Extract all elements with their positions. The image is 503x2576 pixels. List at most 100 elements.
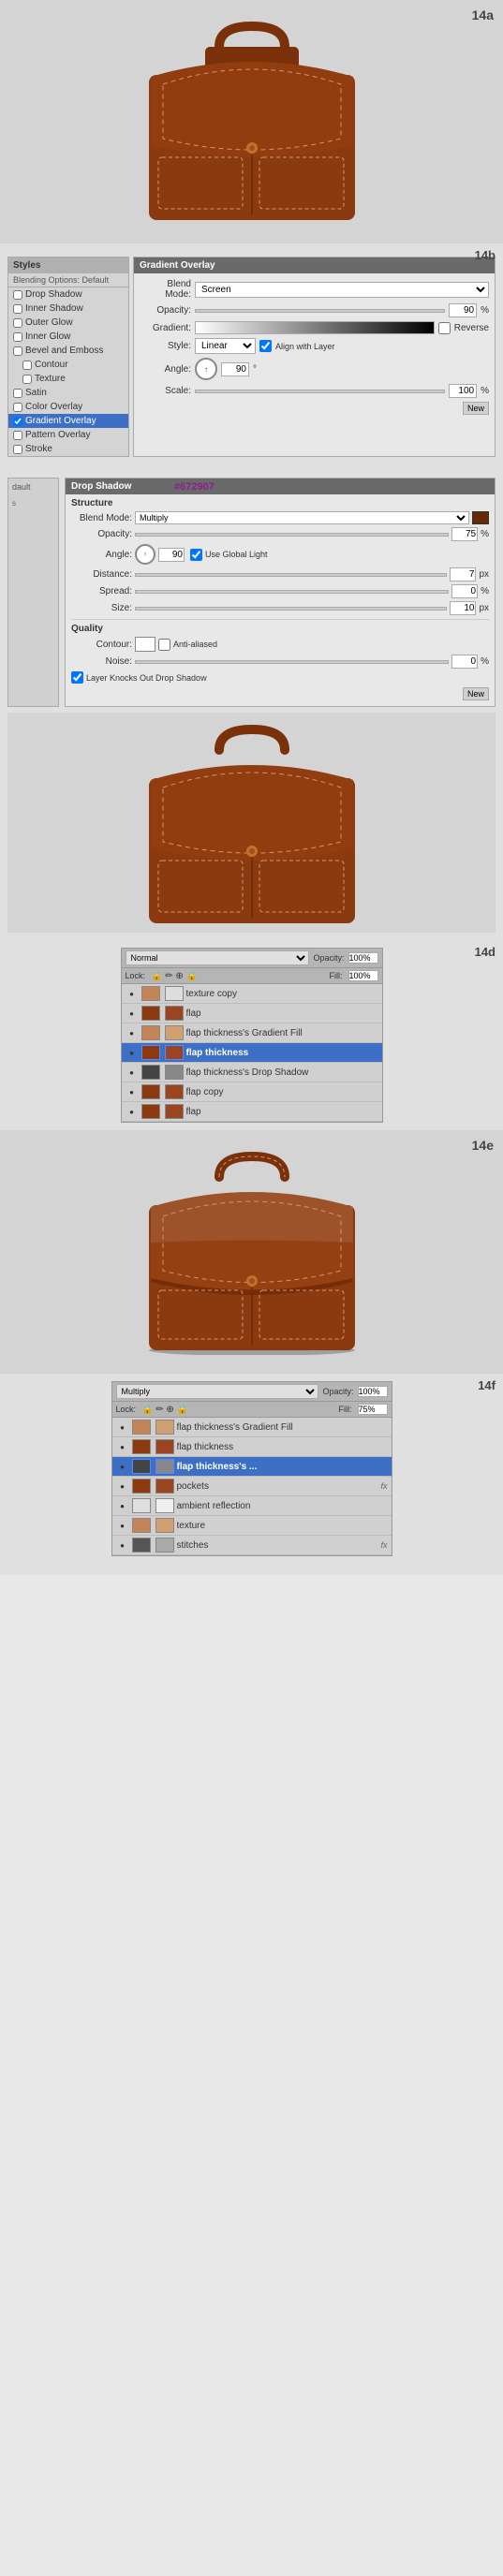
outer-glow-checkbox[interactable] [13, 318, 22, 328]
14c-left-stub: dault s [7, 478, 59, 707]
eye-gradient-fill[interactable] [126, 1026, 139, 1039]
style-color-overlay[interactable]: Color Overlay [8, 400, 128, 414]
scale-input[interactable]: 100 [449, 384, 477, 398]
reverse-checkbox[interactable] [438, 322, 451, 334]
blend-mode-select[interactable]: Screen [195, 282, 489, 298]
style-drop-shadow[interactable]: Drop Shadow [8, 287, 128, 302]
layer-f-pockets[interactable]: pockets fx [112, 1477, 392, 1496]
antialias-checkbox[interactable] [158, 639, 170, 651]
texture-checkbox[interactable] [22, 375, 32, 384]
ds-spread-slider[interactable] [135, 590, 449, 594]
ds-opacity-input[interactable]: 75 [451, 527, 478, 541]
bevel-emboss-checkbox[interactable] [13, 346, 22, 356]
ds-noise-input[interactable]: 0 [451, 655, 478, 669]
ds-spread-input[interactable]: 0 [451, 584, 478, 598]
14c-dialog-area: dault s Drop Shadow #672907 Structure Bl… [7, 478, 496, 707]
color-overlay-checkbox[interactable] [13, 403, 22, 412]
ds-distance-slider[interactable] [135, 573, 447, 577]
opacity-input[interactable]: 90 [449, 303, 477, 317]
ds-color-swatch[interactable] [472, 511, 489, 524]
eye-f-gradient-fill[interactable] [116, 1420, 129, 1434]
bevel-emboss-label: Bevel and Emboss [25, 346, 103, 356]
ds-distance-input[interactable]: 7 [450, 567, 476, 581]
ds-size-slider[interactable] [135, 607, 447, 611]
satin-label: Satin [25, 388, 47, 398]
inner-glow-checkbox[interactable] [13, 332, 22, 342]
new-button-14b[interactable]: New [463, 402, 489, 415]
ds-contour-preview[interactable] [135, 637, 155, 652]
style-satin[interactable]: Satin [8, 386, 128, 400]
inner-shadow-checkbox[interactable] [13, 304, 22, 314]
eye-flap-thickness[interactable] [126, 1046, 139, 1059]
knockout-checkbox[interactable] [71, 671, 83, 684]
blend-mode-layers-d[interactable]: Normal [126, 950, 310, 965]
eye-flap-copy[interactable] [126, 1085, 139, 1098]
style-bevel-emboss[interactable]: Bevel and Emboss [8, 344, 128, 358]
thumb2-drop-shadow-item [165, 1065, 184, 1080]
eye-flap-1[interactable] [126, 1007, 139, 1020]
layer-flap-copy[interactable]: flap copy [122, 1082, 382, 1102]
thumb2-f-pockets [155, 1479, 174, 1494]
pattern-overlay-checkbox[interactable] [13, 431, 22, 440]
eye-f-ambient[interactable] [116, 1499, 129, 1512]
ds-angle-input[interactable]: 90 [158, 548, 185, 562]
style-inner-glow[interactable]: Inner Glow [8, 330, 128, 344]
layer-flap-2[interactable]: flap [122, 1102, 382, 1122]
eye-f-pockets[interactable] [116, 1479, 129, 1493]
layer-f-gradient-fill[interactable]: flap thickness's Gradient Fill [112, 1418, 392, 1437]
lock-icons-d[interactable]: 🔒 ✏ ⊕ 🔒 [151, 971, 198, 981]
lock-label-f: Lock: [116, 1405, 137, 1414]
eye-texture-copy[interactable] [126, 987, 139, 1000]
contour-checkbox[interactable] [22, 361, 32, 370]
gradient-bar[interactable] [195, 321, 435, 334]
angle-row: Angle: ↑ 90 ° [140, 358, 489, 380]
stroke-checkbox[interactable] [13, 445, 22, 454]
fill-input-f[interactable]: 75% [358, 1404, 388, 1415]
eye-f-flap-thickness[interactable] [116, 1440, 129, 1453]
layer-flap-1[interactable]: flap [122, 1004, 382, 1023]
style-stroke[interactable]: Stroke [8, 442, 128, 456]
eye-f-flap-thickness-shadow[interactable] [116, 1460, 129, 1473]
ds-new-button[interactable]: New [463, 687, 489, 700]
satin-checkbox[interactable] [13, 389, 22, 398]
eye-drop-shadow-item[interactable] [126, 1066, 139, 1079]
ds-blend-select[interactable]: Multiply [135, 511, 469, 524]
eye-flap-2[interactable] [126, 1105, 139, 1118]
layer-f-flap-thickness-shadow[interactable]: flap thickness's ... [112, 1457, 392, 1477]
style-texture[interactable]: Texture [8, 372, 128, 386]
ds-angle-dial[interactable]: ↑ [135, 544, 155, 565]
layer-f-texture[interactable]: texture [112, 1516, 392, 1536]
layer-flap-thickness[interactable]: flap thickness [122, 1043, 382, 1063]
layer-f-ambient[interactable]: ambient reflection [112, 1496, 392, 1516]
style-outer-glow[interactable]: Outer Glow [8, 316, 128, 330]
layer-drop-shadow-item[interactable]: flap thickness's Drop Shadow [122, 1063, 382, 1082]
ds-size-input[interactable]: 10 [450, 601, 476, 615]
ds-noise-slider[interactable] [135, 660, 449, 664]
style-select[interactable]: Linear [195, 338, 256, 354]
drop-shadow-checkbox[interactable] [13, 290, 22, 300]
layer-f-flap-thickness[interactable]: flap thickness [112, 1437, 392, 1457]
lock-icons-f[interactable]: 🔒 ✏ ⊕ 🔒 [141, 1405, 188, 1415]
style-pattern-overlay[interactable]: Pattern Overlay [8, 428, 128, 442]
fill-input-d[interactable]: 100% [348, 970, 378, 981]
align-label: Align with Layer [275, 342, 335, 351]
opacity-layers-input-d[interactable]: 100% [348, 952, 378, 964]
gradient-overlay-checkbox[interactable] [13, 417, 22, 426]
ds-opacity-slider[interactable] [135, 533, 449, 537]
layer-gradient-fill[interactable]: flap thickness's Gradient Fill [122, 1023, 382, 1043]
style-contour[interactable]: Contour [8, 358, 128, 372]
opacity-slider[interactable] [195, 309, 445, 313]
style-gradient-overlay[interactable]: Gradient Overlay [8, 414, 128, 428]
layer-f-stitches[interactable]: stitches fx [112, 1536, 392, 1555]
angle-dial[interactable]: ↑ [195, 358, 217, 380]
align-checkbox[interactable] [259, 340, 272, 352]
blend-mode-layers-f[interactable]: Multiply [116, 1384, 319, 1399]
scale-slider[interactable] [195, 390, 445, 393]
opacity-layers-input-f[interactable]: 100% [358, 1386, 388, 1397]
global-light-checkbox[interactable] [190, 549, 202, 561]
style-inner-shadow[interactable]: Inner Shadow [8, 302, 128, 316]
angle-input[interactable]: 90 [221, 362, 249, 376]
layer-texture-copy[interactable]: texture copy [122, 984, 382, 1004]
eye-f-texture[interactable] [116, 1519, 129, 1532]
eye-f-stitches[interactable] [116, 1538, 129, 1552]
